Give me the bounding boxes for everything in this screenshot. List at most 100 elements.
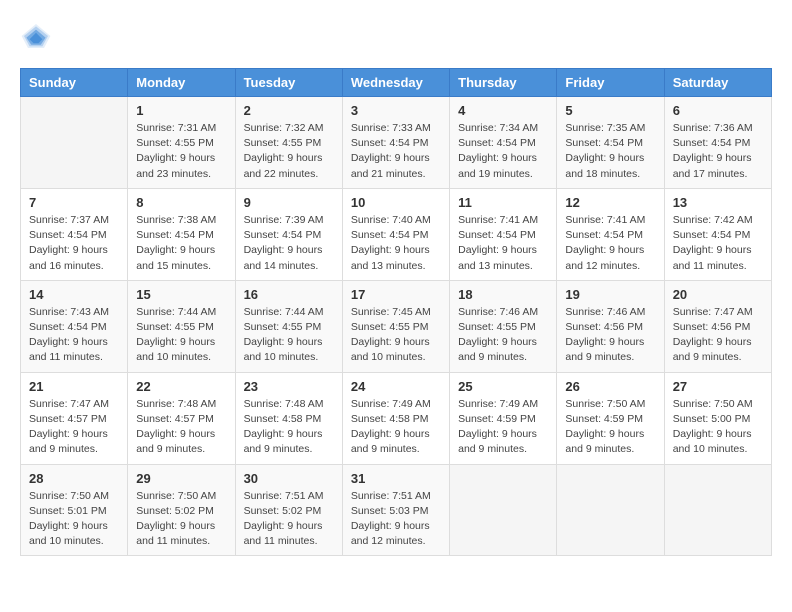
page-header <box>20 20 772 52</box>
day-number: 24 <box>351 379 441 394</box>
calendar-cell: 10Sunrise: 7:40 AMSunset: 4:54 PMDayligh… <box>342 188 449 280</box>
calendar-cell: 11 Sunrise: 7:41 AMSunset: 4:54 PMDayligh… <box>450 188 557 280</box>
day-number: 13 <box>673 195 763 210</box>
calendar-week-row: 21Sunrise: 7:47 AMSunset: 4:57 PMDayligh… <box>21 372 772 464</box>
logo-icon <box>20 20 52 52</box>
day-info: Sunrise: 7:51 AMSunset: 5:03 PMDaylight:… <box>351 489 441 550</box>
calendar-week-row: 28 Sunrise: 7:50 AMSunset: 5:01 PMDayligh… <box>21 464 772 556</box>
day-info: Sunrise: 7:44 AMSunset: 4:55 PMDaylight:… <box>136 305 226 366</box>
day-number: 28 <box>29 471 119 486</box>
calendar-header-row: SundayMondayTuesdayWednesdayThursdayFrid… <box>21 69 772 97</box>
day-number: 4 <box>458 103 548 118</box>
day-number: 22 <box>136 379 226 394</box>
day-number: 23 <box>244 379 334 394</box>
calendar-cell: 17 Sunrise: 7:45 AMSunset: 4:55 PMDayligh… <box>342 280 449 372</box>
calendar-cell: 27Sunrise: 7:50 AMSunset: 5:00 PMDayligh… <box>664 372 771 464</box>
day-number: 6 <box>673 103 763 118</box>
calendar-cell: 24 Sunrise: 7:49 AMSunset: 4:58 PMDayligh… <box>342 372 449 464</box>
day-info: Sunrise: 7:33 AMSunset: 4:54 PMDaylight:… <box>351 121 441 182</box>
day-number: 7 <box>29 195 119 210</box>
day-number: 3 <box>351 103 441 118</box>
calendar-cell: 23 Sunrise: 7:48 AMSunset: 4:58 PMDayligh… <box>235 372 342 464</box>
calendar-header-wednesday: Wednesday <box>342 69 449 97</box>
day-info: Sunrise: 7:48 AMSunset: 4:57 PMDaylight:… <box>136 397 226 458</box>
day-info: Sunrise: 7:39 AMSunset: 4:54 PMDaylight:… <box>244 213 334 274</box>
calendar-table: SundayMondayTuesdayWednesdayThursdayFrid… <box>20 68 772 556</box>
calendar-cell: 25 Sunrise: 7:49 AMSunset: 4:59 PMDayligh… <box>450 372 557 464</box>
calendar-cell: 2 Sunrise: 7:32 AMSunset: 4:55 PMDaylight… <box>235 97 342 189</box>
day-number: 12 <box>565 195 655 210</box>
calendar-cell: 21Sunrise: 7:47 AMSunset: 4:57 PMDayligh… <box>21 372 128 464</box>
day-info: Sunrise: 7:50 AMSunset: 5:01 PMDaylight:… <box>29 489 119 550</box>
day-info: Sunrise: 7:43 AMSunset: 4:54 PMDaylight:… <box>29 305 119 366</box>
calendar-cell: 29Sunrise: 7:50 AMSunset: 5:02 PMDayligh… <box>128 464 235 556</box>
calendar-cell: 31 Sunrise: 7:51 AMSunset: 5:03 PMDayligh… <box>342 464 449 556</box>
day-info: Sunrise: 7:46 AMSunset: 4:56 PMDaylight:… <box>565 305 655 366</box>
calendar-header-tuesday: Tuesday <box>235 69 342 97</box>
calendar-header-saturday: Saturday <box>664 69 771 97</box>
calendar-header-friday: Friday <box>557 69 664 97</box>
day-number: 31 <box>351 471 441 486</box>
day-info: Sunrise: 7:45 AMSunset: 4:55 PMDaylight:… <box>351 305 441 366</box>
day-number: 16 <box>244 287 334 302</box>
day-number: 27 <box>673 379 763 394</box>
calendar-cell: 1 Sunrise: 7:31 AMSunset: 4:55 PMDaylight… <box>128 97 235 189</box>
calendar-cell: 19 Sunrise: 7:46 AMSunset: 4:56 PMDayligh… <box>557 280 664 372</box>
day-number: 20 <box>673 287 763 302</box>
day-info: Sunrise: 7:35 AMSunset: 4:54 PMDaylight:… <box>565 121 655 182</box>
calendar-header-monday: Monday <box>128 69 235 97</box>
day-number: 15 <box>136 287 226 302</box>
day-number: 19 <box>565 287 655 302</box>
day-info: Sunrise: 7:47 AMSunset: 4:57 PMDaylight:… <box>29 397 119 458</box>
calendar-cell: 9 Sunrise: 7:39 AMSunset: 4:54 PMDaylight… <box>235 188 342 280</box>
day-info: Sunrise: 7:42 AMSunset: 4:54 PMDaylight:… <box>673 213 763 274</box>
calendar-cell: 26 Sunrise: 7:50 AMSunset: 4:59 PMDayligh… <box>557 372 664 464</box>
day-number: 29 <box>136 471 226 486</box>
calendar-cell <box>557 464 664 556</box>
day-info: Sunrise: 7:46 AMSunset: 4:55 PMDaylight:… <box>458 305 548 366</box>
day-number: 25 <box>458 379 548 394</box>
calendar-cell: 5 Sunrise: 7:35 AMSunset: 4:54 PMDaylight… <box>557 97 664 189</box>
day-info: Sunrise: 7:36 AMSunset: 4:54 PMDaylight:… <box>673 121 763 182</box>
day-info: Sunrise: 7:37 AMSunset: 4:54 PMDaylight:… <box>29 213 119 274</box>
calendar-cell: 12 Sunrise: 7:41 AMSunset: 4:54 PMDayligh… <box>557 188 664 280</box>
calendar-cell: 3 Sunrise: 7:33 AMSunset: 4:54 PMDaylight… <box>342 97 449 189</box>
day-number: 26 <box>565 379 655 394</box>
calendar-cell: 20Sunrise: 7:47 AMSunset: 4:56 PMDayligh… <box>664 280 771 372</box>
calendar-cell: 15 Sunrise: 7:44 AMSunset: 4:55 PMDayligh… <box>128 280 235 372</box>
day-number: 18 <box>458 287 548 302</box>
day-info: Sunrise: 7:49 AMSunset: 4:59 PMDaylight:… <box>458 397 548 458</box>
day-number: 8 <box>136 195 226 210</box>
calendar-cell: 13 Sunrise: 7:42 AMSunset: 4:54 PMDayligh… <box>664 188 771 280</box>
day-info: Sunrise: 7:34 AMSunset: 4:54 PMDaylight:… <box>458 121 548 182</box>
calendar-cell: 4 Sunrise: 7:34 AMSunset: 4:54 PMDaylight… <box>450 97 557 189</box>
day-number: 17 <box>351 287 441 302</box>
day-number: 9 <box>244 195 334 210</box>
calendar-cell <box>664 464 771 556</box>
day-info: Sunrise: 7:51 AMSunset: 5:02 PMDaylight:… <box>244 489 334 550</box>
day-number: 5 <box>565 103 655 118</box>
calendar-cell <box>21 97 128 189</box>
calendar-week-row: 1 Sunrise: 7:31 AMSunset: 4:55 PMDaylight… <box>21 97 772 189</box>
day-number: 2 <box>244 103 334 118</box>
day-info: Sunrise: 7:32 AMSunset: 4:55 PMDaylight:… <box>244 121 334 182</box>
calendar-cell: 16 Sunrise: 7:44 AMSunset: 4:55 PMDayligh… <box>235 280 342 372</box>
day-info: Sunrise: 7:41 AMSunset: 4:54 PMDaylight:… <box>565 213 655 274</box>
calendar-cell: 18 Sunrise: 7:46 AMSunset: 4:55 PMDayligh… <box>450 280 557 372</box>
day-number: 1 <box>136 103 226 118</box>
day-info: Sunrise: 7:48 AMSunset: 4:58 PMDaylight:… <box>244 397 334 458</box>
calendar-header-sunday: Sunday <box>21 69 128 97</box>
day-info: Sunrise: 7:44 AMSunset: 4:55 PMDaylight:… <box>244 305 334 366</box>
day-info: Sunrise: 7:41 AMSunset: 4:54 PMDaylight:… <box>458 213 548 274</box>
calendar-week-row: 7 Sunrise: 7:37 AMSunset: 4:54 PMDaylight… <box>21 188 772 280</box>
calendar-cell: 22 Sunrise: 7:48 AMSunset: 4:57 PMDayligh… <box>128 372 235 464</box>
calendar-cell: 14Sunrise: 7:43 AMSunset: 4:54 PMDayligh… <box>21 280 128 372</box>
day-number: 11 <box>458 195 548 210</box>
calendar-week-row: 14Sunrise: 7:43 AMSunset: 4:54 PMDayligh… <box>21 280 772 372</box>
day-info: Sunrise: 7:49 AMSunset: 4:58 PMDaylight:… <box>351 397 441 458</box>
calendar-cell: 7 Sunrise: 7:37 AMSunset: 4:54 PMDaylight… <box>21 188 128 280</box>
logo <box>20 20 56 52</box>
day-info: Sunrise: 7:31 AMSunset: 4:55 PMDaylight:… <box>136 121 226 182</box>
calendar-cell: 6 Sunrise: 7:36 AMSunset: 4:54 PMDaylight… <box>664 97 771 189</box>
day-info: Sunrise: 7:50 AMSunset: 4:59 PMDaylight:… <box>565 397 655 458</box>
